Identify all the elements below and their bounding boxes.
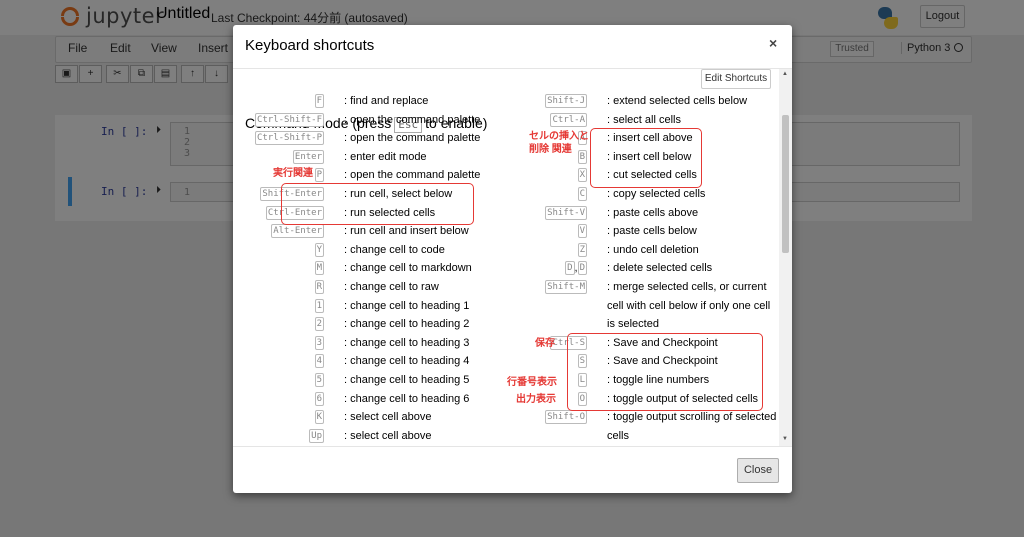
shortcut-description: is selected bbox=[607, 318, 659, 331]
shortcut-keys: Shift-J bbox=[545, 93, 587, 109]
key-cap: Z bbox=[577, 242, 587, 257]
shortcut-row: Ctrl-A : select all cells bbox=[233, 112, 773, 130]
shortcut-row: cell with cell below if only one cell bbox=[233, 298, 773, 316]
key-cap: Shift-M bbox=[545, 280, 587, 294]
shortcut-row: cells bbox=[233, 428, 773, 446]
annotation-box-insert-delete bbox=[590, 128, 702, 188]
shortcut-description: cells bbox=[607, 429, 630, 442]
key-cap: Shift-V bbox=[545, 205, 587, 220]
shortcut-keys: Shift-V bbox=[545, 205, 587, 221]
shortcut-row: Shift-J : extend selected cells below bbox=[233, 93, 773, 111]
key-cap: V bbox=[577, 224, 587, 239]
shortcut-description: : merge selected cells, or current bbox=[607, 281, 767, 293]
close-icon[interactable]: × bbox=[769, 35, 777, 51]
shortcut-keys: B bbox=[577, 149, 587, 165]
shortcut-row: is selected bbox=[233, 316, 773, 334]
annotation-label-insert-delete-2: 削除 関連 bbox=[529, 144, 572, 155]
annotation-label-output: 出力表示 bbox=[516, 394, 556, 405]
shortcut-keys: Shift-O bbox=[545, 409, 587, 425]
shortcut-description: : paste cells below bbox=[607, 225, 697, 238]
annotation-box-save-view bbox=[567, 333, 763, 411]
scroll-up-icon[interactable]: ▲ bbox=[782, 71, 788, 77]
edit-shortcuts-button[interactable]: Edit Shortcuts bbox=[701, 69, 771, 89]
shortcut-description: : undo cell deletion bbox=[607, 243, 699, 256]
shortcut-row: D,D : delete selected cells bbox=[233, 260, 773, 278]
shortcut-description: : delete selected cells bbox=[607, 262, 713, 275]
shortcut-description: : extend selected cells below bbox=[607, 95, 748, 107]
divider bbox=[233, 446, 792, 447]
shortcut-row: Shift-O : toggle output scrolling of sele… bbox=[233, 409, 777, 427]
annotation-label-insert-delete-1: セルの挿入と bbox=[529, 131, 589, 142]
key-cap: X bbox=[577, 168, 587, 183]
annotation-label-run: 実行関連 bbox=[273, 168, 313, 179]
dialog-title: Keyboard shortcuts bbox=[245, 37, 375, 54]
shortcut-description: : toggle output scrolling of selected bbox=[607, 411, 777, 424]
shortcut-keys: V bbox=[577, 223, 587, 239]
keyboard-shortcuts-dialog: Keyboard shortcuts × Command Mode (press… bbox=[233, 25, 792, 493]
shortcut-keys: C bbox=[577, 186, 587, 202]
key-cap: B bbox=[577, 149, 587, 164]
annotation-label-line-numbers: 行番号表示 bbox=[507, 377, 557, 388]
shortcut-description: cell with cell below if only one cell bbox=[607, 299, 771, 312]
shortcut-description: : select all cells bbox=[607, 113, 681, 126]
key-cap: C bbox=[577, 187, 587, 201]
key-cap: D bbox=[577, 261, 587, 276]
shortcut-keys: X bbox=[577, 167, 587, 183]
close-button[interactable]: Close bbox=[737, 458, 779, 483]
scroll-down-icon[interactable]: ▼ bbox=[782, 436, 788, 442]
key-cap: D bbox=[565, 261, 575, 276]
scrollbar-thumb[interactable] bbox=[782, 115, 789, 253]
key-cap: Shift-J bbox=[545, 94, 587, 108]
key-cap: Ctrl-A bbox=[550, 112, 587, 127]
shortcut-keys: Z bbox=[577, 242, 587, 258]
shortcut-row: V : paste cells below bbox=[233, 223, 773, 241]
annotation-label-save: 保存 bbox=[535, 338, 555, 349]
shortcut-row: Shift-M : merge selected cells, or curren… bbox=[233, 279, 773, 297]
annotation-box-run bbox=[281, 183, 474, 225]
shortcut-keys: D,D bbox=[565, 260, 587, 276]
shortcut-description: : paste cells above bbox=[607, 206, 699, 219]
shortcut-keys: Ctrl-A bbox=[550, 112, 587, 128]
shortcut-row: Z : undo cell deletion bbox=[233, 242, 773, 260]
shortcut-description: : copy selected cells bbox=[607, 188, 706, 200]
shortcut-keys: Shift-M bbox=[545, 279, 587, 295]
key-cap: Shift-O bbox=[545, 410, 587, 425]
